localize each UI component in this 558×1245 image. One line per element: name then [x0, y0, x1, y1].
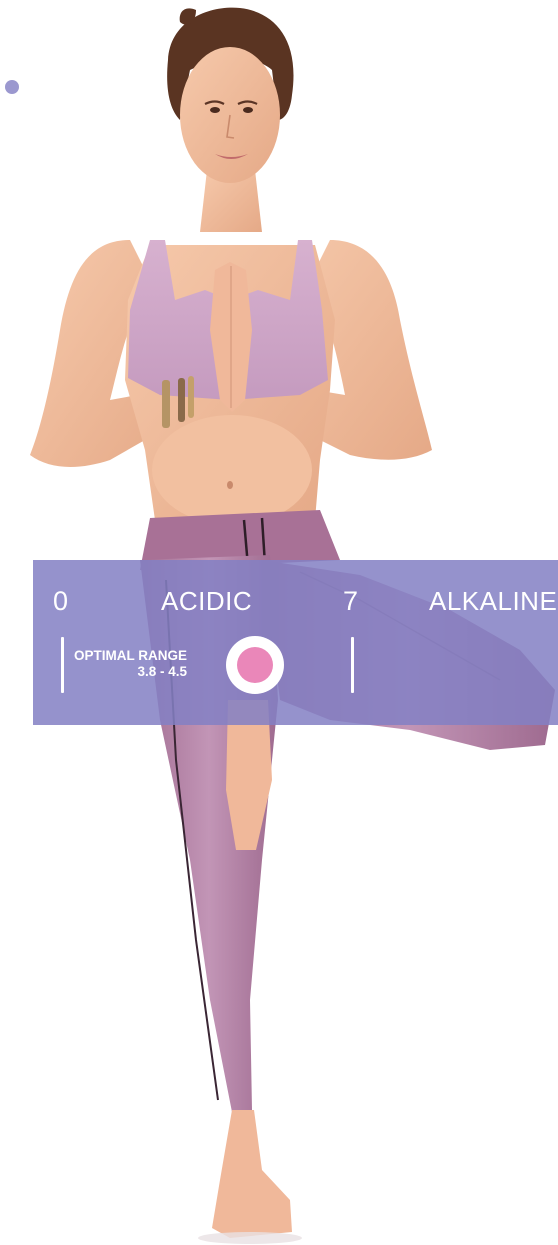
optimal-range-label: OPTIMAL RANGE 3.8 - 4.5 — [74, 648, 187, 680]
ph-scale-band: 0 ACIDIC 7 ALKALINE OPTIMAL RANGE 3.8 - … — [33, 560, 558, 725]
ph-zero-label: 0 — [53, 586, 69, 616]
tick-seven — [351, 637, 354, 693]
tick-zero — [61, 637, 64, 693]
marker-dot — [237, 647, 273, 683]
optimal-range-marker — [226, 636, 284, 694]
optimal-range-value: 3.8 - 4.5 — [137, 664, 188, 679]
acidic-label: ACIDIC — [161, 586, 253, 616]
ph-seven-label: 7 — [343, 586, 359, 616]
accent-dot — [5, 80, 19, 94]
optimal-range-title: OPTIMAL RANGE — [74, 648, 188, 663]
ph-infographic: 0 ACIDIC 7 ALKALINE OPTIMAL RANGE 3.8 - … — [0, 0, 558, 1245]
alkaline-label: ALKALINE — [429, 586, 558, 616]
